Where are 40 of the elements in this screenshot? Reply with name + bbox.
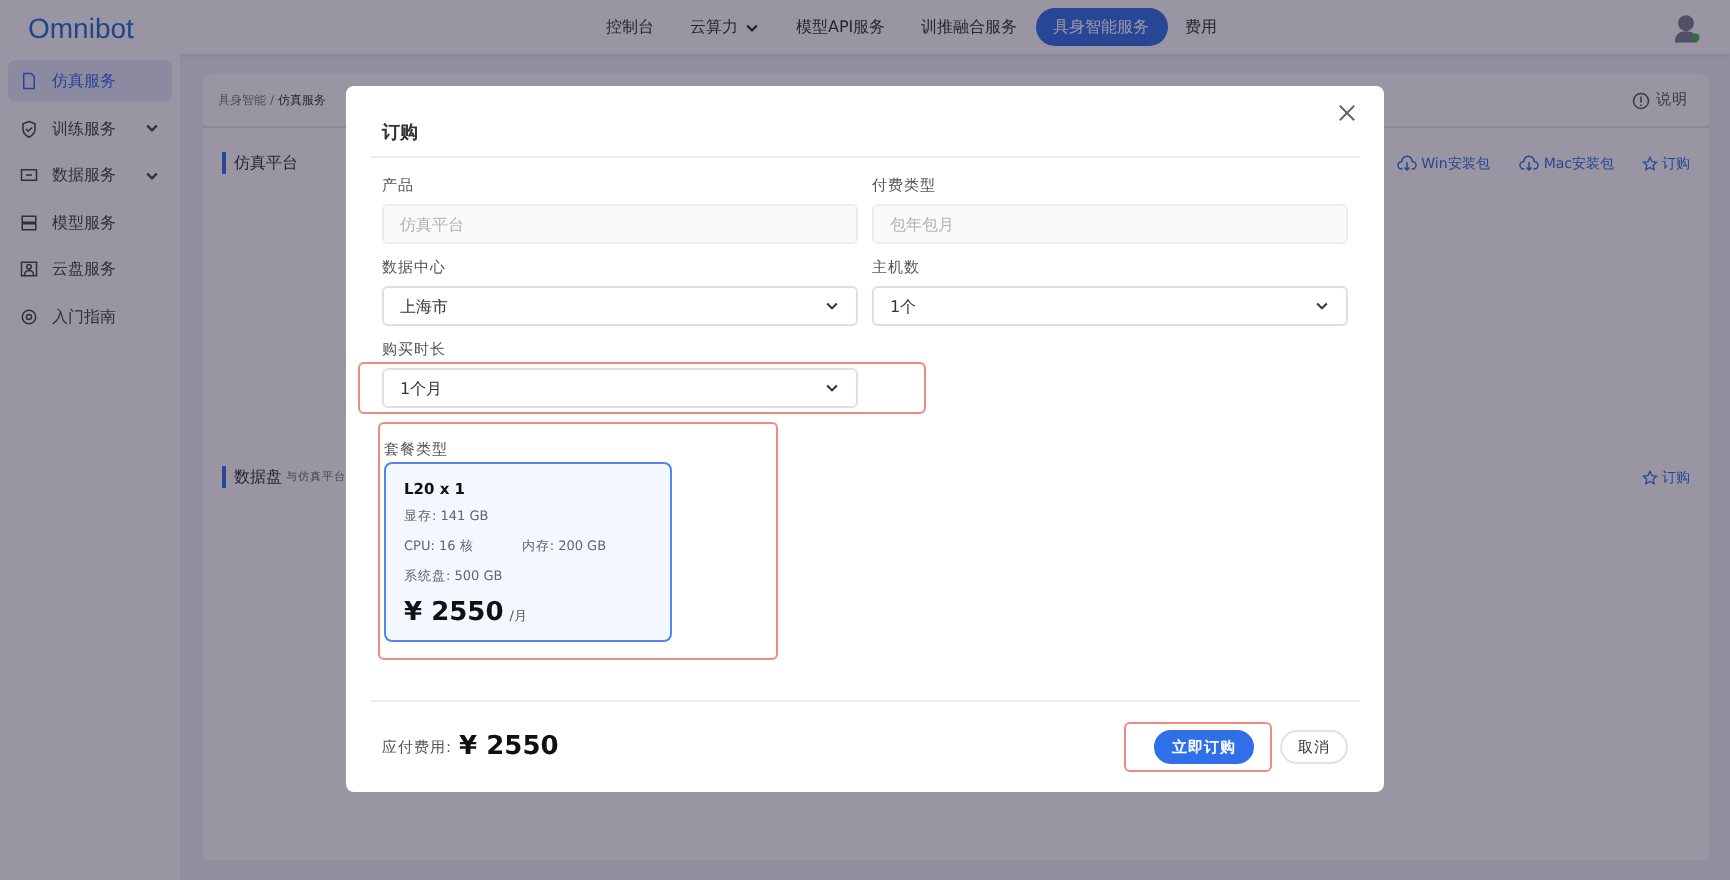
server-icon: [20, 213, 38, 231]
sidebar-item[interactable]: 训练服务: [8, 107, 172, 149]
star-icon: [1642, 469, 1658, 485]
sidebar-item[interactable]: 云盘服务: [8, 248, 172, 290]
info-icon: [1632, 91, 1650, 109]
nav-tab[interactable]: 具身智能服务: [1035, 8, 1168, 46]
chevron-down-icon: [144, 120, 160, 136]
avatar-icon[interactable]: [1670, 11, 1702, 43]
chevron-down-icon: [744, 19, 760, 35]
chevron-down-icon: [824, 298, 840, 314]
star-icon: [1642, 155, 1658, 171]
sidebar-item[interactable]: 仿真服务: [8, 60, 172, 102]
nav-tab[interactable]: 云算力: [672, 8, 778, 46]
nav-tab[interactable]: 费用: [1167, 8, 1236, 46]
nav-tab[interactable]: 模型API服务: [778, 8, 904, 46]
cloud-download-icon: [1395, 154, 1418, 172]
select-field[interactable]: 1个月: [382, 368, 858, 408]
document-icon: [20, 72, 38, 90]
section-title: 数据盘: [222, 466, 282, 488]
chevron-down-icon: [824, 380, 840, 396]
shield-icon: [20, 119, 38, 137]
sidebar-item[interactable]: 入门指南: [8, 295, 172, 337]
nav-tab[interactable]: 训推融合服务: [903, 8, 1036, 46]
user-card-icon: [20, 260, 38, 278]
select-field[interactable]: 1个: [872, 286, 1348, 326]
gear-icon: [20, 307, 38, 325]
price: ¥ 2550: [404, 598, 504, 628]
cloud-download-icon: [1517, 154, 1540, 172]
card-icon: [20, 166, 38, 184]
sidebar-item[interactable]: 数据服务: [8, 154, 172, 196]
dialog-title: 订购: [379, 121, 418, 145]
total-price: ¥ 2550: [459, 732, 559, 762]
sidebar-item[interactable]: 模型服务: [8, 201, 172, 243]
select-field[interactable]: 上海市: [382, 286, 858, 326]
nav-tab[interactable]: 控制台: [588, 8, 672, 46]
close-icon[interactable]: [1338, 104, 1356, 122]
section-title: 仿真平台: [222, 152, 298, 174]
chevron-down-icon: [144, 167, 160, 183]
chevron-down-icon: [1314, 298, 1330, 314]
logo[interactable]: Omnibot: [28, 11, 548, 43]
